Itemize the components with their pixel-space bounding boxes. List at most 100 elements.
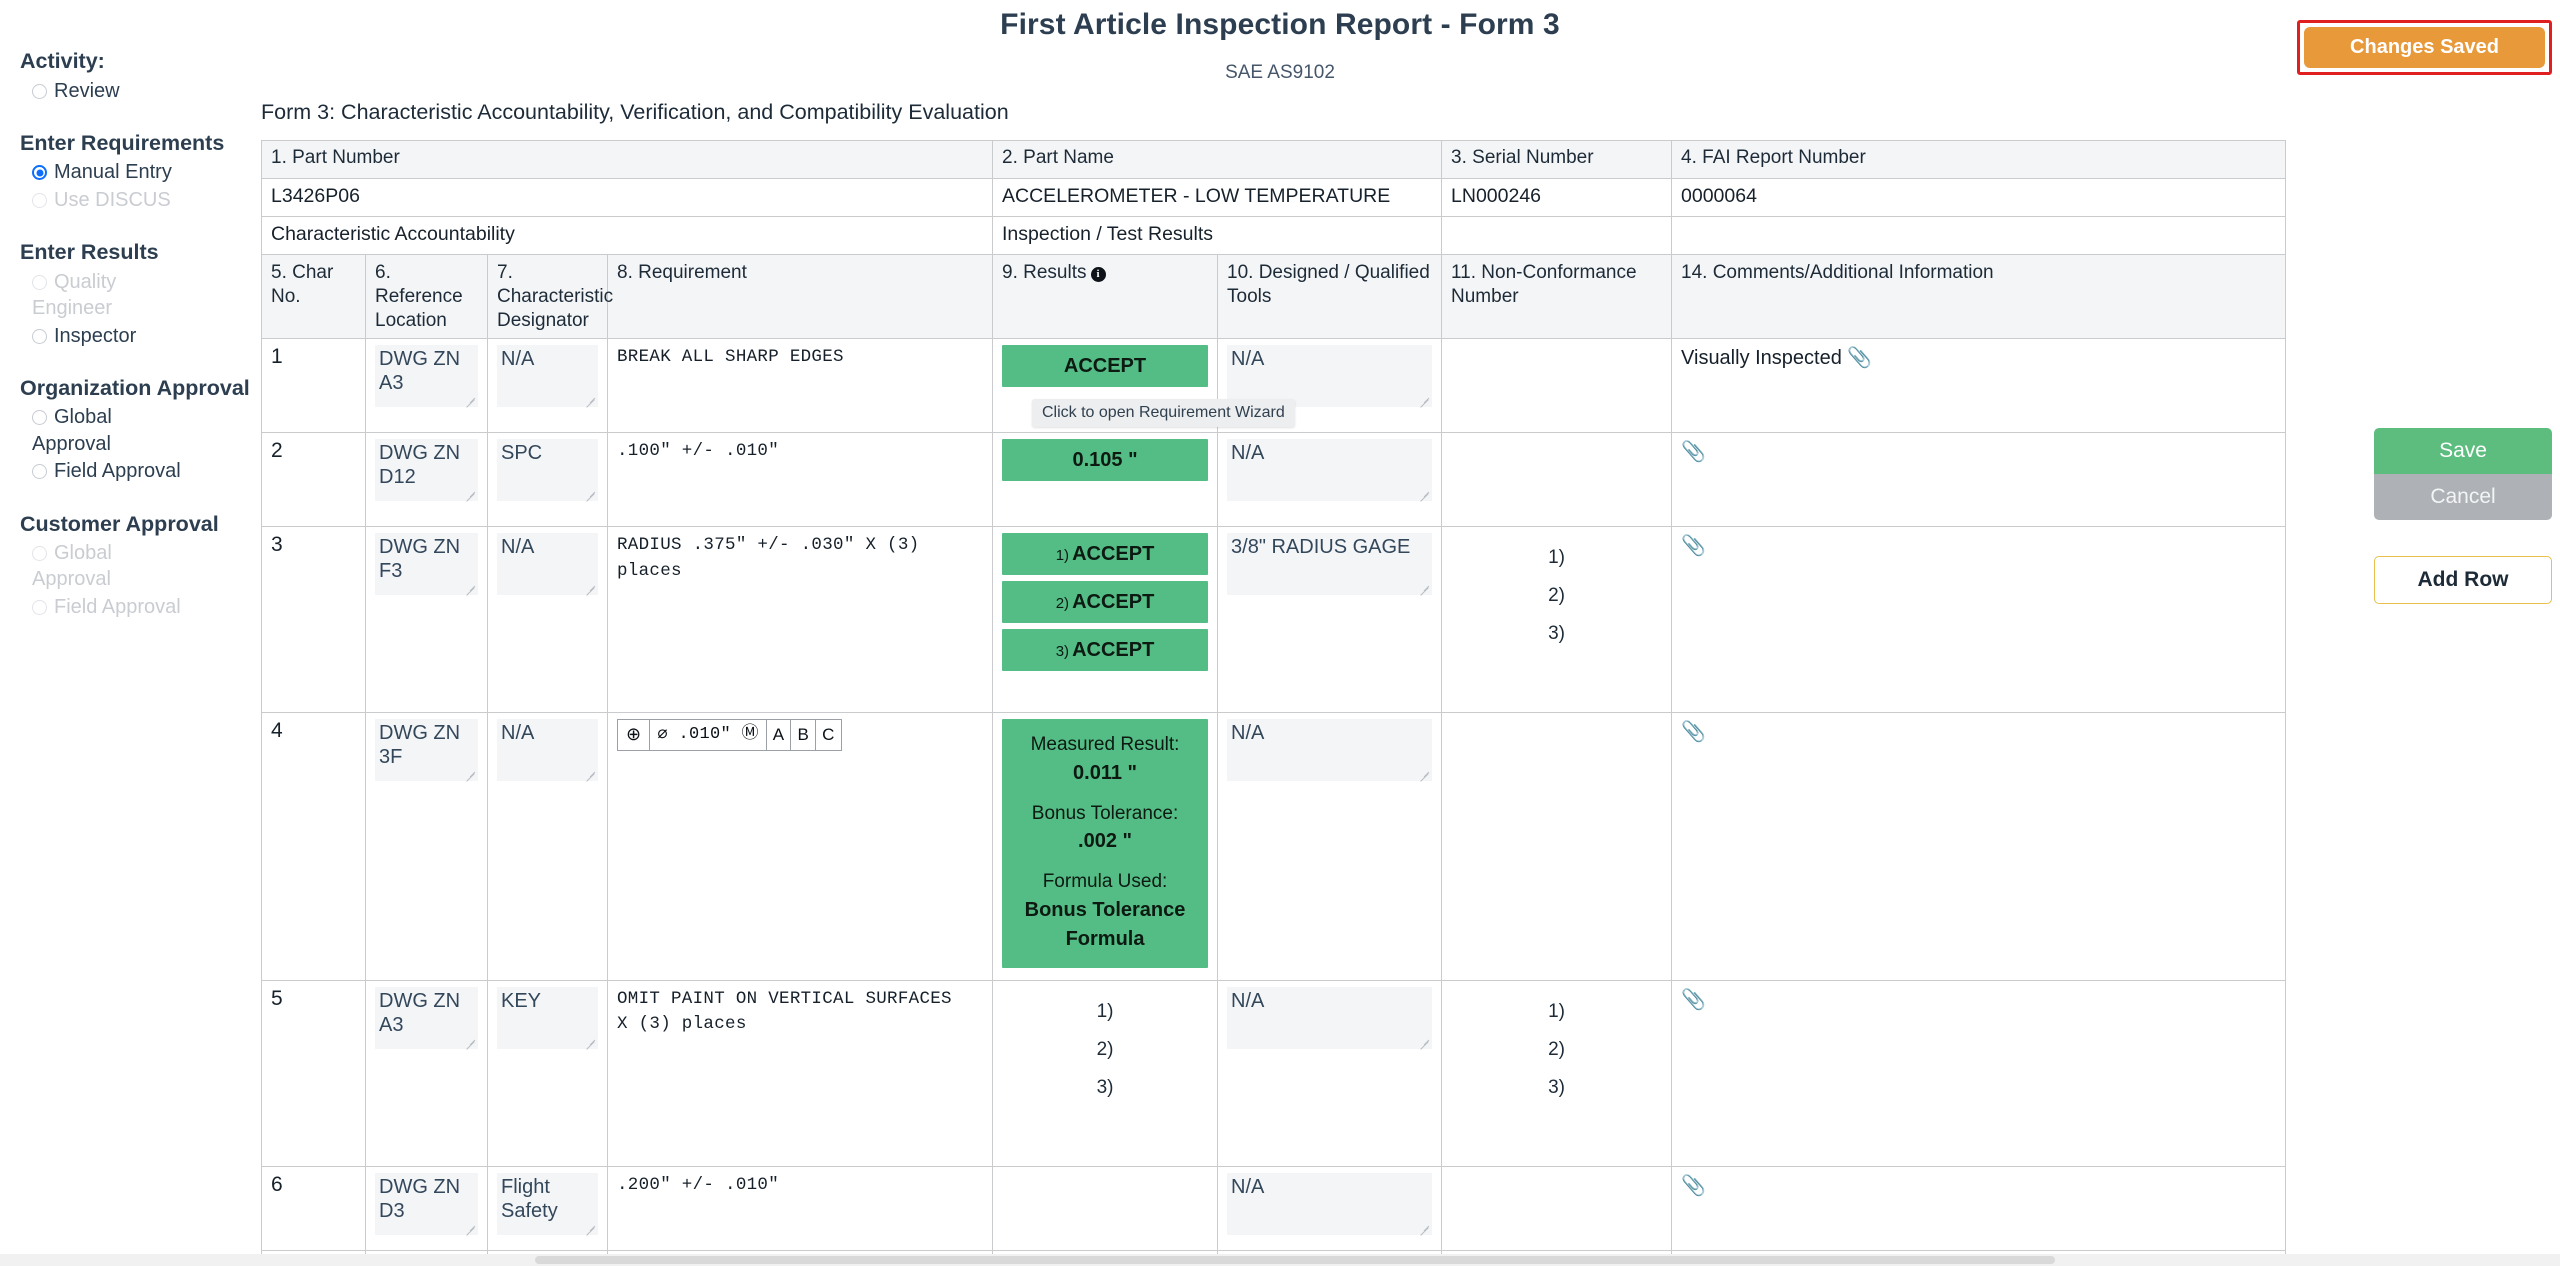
- cell-reference-location[interactable]: DWG ZN F3: [365, 526, 488, 714]
- radio-icon-review[interactable]: [32, 83, 47, 99]
- cell-comments[interactable]: 📎: [1671, 432, 2287, 528]
- designator-input[interactable]: SPC: [497, 439, 598, 502]
- save-button[interactable]: Save: [2374, 428, 2552, 474]
- result-chip[interactable]: 0.105 ": [1002, 439, 1209, 482]
- designator-input[interactable]: N/A: [497, 533, 598, 596]
- nonconformance-ordinal[interactable]: 3): [1451, 1069, 1662, 1107]
- cell-designator[interactable]: N/A: [487, 712, 608, 981]
- result-ordinal[interactable]: 1): [1002, 987, 1208, 1031]
- cell-tools[interactable]: N/A: [1217, 979, 1443, 1167]
- cell-designator[interactable]: SPC: [487, 432, 608, 528]
- value-part-name[interactable]: ACCELEROMETER - LOW TEMPERATURE: [992, 178, 1443, 217]
- cell-nonconformance[interactable]: [1441, 712, 1673, 981]
- radio-org-field-approval[interactable]: Field Approval: [20, 458, 258, 484]
- cell-reference-location[interactable]: DWG ZN D3: [365, 1165, 488, 1251]
- designator-input[interactable]: KEY: [497, 986, 598, 1049]
- result-ordinal[interactable]: 2): [1002, 1031, 1208, 1069]
- reference-location-input[interactable]: DWG ZN D12: [375, 439, 478, 502]
- cell-nonconformance[interactable]: [1441, 338, 1673, 434]
- attachment-icon[interactable]: 📎: [1847, 347, 1872, 369]
- reference-location-input[interactable]: DWG ZN A3: [375, 986, 478, 1049]
- reference-location-input[interactable]: DWG ZN 3F: [375, 719, 478, 782]
- reference-location-input[interactable]: DWG ZN A3: [375, 345, 478, 408]
- cell-requirement[interactable]: RADIUS .375" +/- .030" X (3) places: [606, 526, 994, 714]
- horizontal-scrollbar[interactable]: [0, 1254, 2560, 1266]
- cell-tools[interactable]: N/A: [1217, 432, 1443, 528]
- nonconformance-ordinal[interactable]: 2): [1451, 577, 1662, 615]
- tools-input[interactable]: N/A: [1227, 719, 1433, 782]
- cell-requirement[interactable]: .100" +/- .010": [606, 432, 994, 528]
- cell-reference-location[interactable]: DWG ZN A3: [365, 979, 488, 1167]
- reference-location-input[interactable]: DWG ZN D3: [375, 1172, 478, 1235]
- cell-results[interactable]: 1) ACCEPT 2) ACCEPT 3) ACCEPT: [992, 526, 1219, 714]
- attachment-icon[interactable]: 📎: [1681, 441, 1706, 463]
- designator-input[interactable]: N/A: [497, 719, 598, 782]
- result-bonus-chip[interactable]: Measured Result: 0.011 " Bonus Tolerance:…: [1002, 719, 1209, 968]
- cell-designator[interactable]: N/A: [487, 338, 608, 434]
- tools-input[interactable]: N/A: [1227, 986, 1433, 1049]
- nonconformance-ordinal[interactable]: 2): [1451, 1031, 1662, 1069]
- cell-requirement[interactable]: .200" +/- .010": [606, 1165, 994, 1251]
- result-chip[interactable]: 3) ACCEPT: [1002, 629, 1209, 672]
- cell-nonconformance[interactable]: [1441, 432, 1673, 528]
- value-serial-number[interactable]: LN000246: [1441, 178, 1673, 217]
- radio-manual-entry[interactable]: Manual Entry: [20, 159, 258, 185]
- cell-results[interactable]: Measured Result: 0.011 " Bonus Tolerance:…: [992, 712, 1219, 981]
- nonconformance-ordinal[interactable]: 1): [1451, 987, 1662, 1031]
- cell-comments[interactable]: Visually Inspected 📎: [1671, 338, 2287, 434]
- info-icon[interactable]: i: [1090, 267, 1106, 282]
- changes-saved-button[interactable]: Changes Saved: [2304, 27, 2545, 68]
- cell-tools[interactable]: N/A: [1217, 1165, 1443, 1251]
- cell-requirement[interactable]: OMIT PAINT ON VERTICAL SURFACES X (3) pl…: [606, 979, 994, 1167]
- radio-inspector[interactable]: Inspector: [20, 323, 258, 349]
- scrollbar-thumb[interactable]: [535, 1256, 2055, 1264]
- nonconformance-ordinal[interactable]: 1): [1451, 533, 1662, 577]
- radio-icon-org-global-approval[interactable]: [32, 410, 47, 426]
- cell-nonconformance[interactable]: [1441, 1165, 1673, 1251]
- cell-designator[interactable]: N/A: [487, 526, 608, 714]
- radio-icon-org-field-approval[interactable]: [32, 464, 47, 480]
- result-ordinal[interactable]: 3): [1002, 1069, 1208, 1107]
- cell-comments[interactable]: 📎: [1671, 526, 2287, 714]
- cell-results[interactable]: [992, 1165, 1219, 1251]
- nonconformance-ordinal[interactable]: 3): [1451, 615, 1662, 653]
- cell-comments[interactable]: 📎: [1671, 712, 2287, 981]
- value-part-number[interactable]: L3426P06: [260, 178, 994, 217]
- attachment-icon[interactable]: 📎: [1681, 989, 1706, 1011]
- attachment-icon[interactable]: 📎: [1681, 1175, 1706, 1197]
- cell-tools[interactable]: N/A: [1217, 712, 1443, 981]
- tools-input[interactable]: 3/8" RADIUS GAGE: [1227, 533, 1433, 596]
- cell-comments[interactable]: 📎: [1671, 1165, 2287, 1251]
- attachment-icon[interactable]: 📎: [1681, 535, 1706, 557]
- cell-nonconformance[interactable]: 1) 2) 3): [1441, 526, 1673, 714]
- cell-designator[interactable]: KEY: [487, 979, 608, 1167]
- cell-tools[interactable]: 3/8" RADIUS GAGE: [1217, 526, 1443, 714]
- radio-icon-inspector[interactable]: [32, 328, 47, 344]
- cell-nonconformance[interactable]: 1) 2) 3): [1441, 979, 1673, 1167]
- cell-requirement[interactable]: ⊕ ⌀ .010" Ⓜ A B C: [606, 712, 994, 981]
- cell-comments[interactable]: 📎: [1671, 979, 2287, 1167]
- cell-reference-location[interactable]: DWG ZN A3: [365, 338, 488, 434]
- reference-location-input[interactable]: DWG ZN F3: [375, 533, 478, 596]
- designator-input[interactable]: Flight Safety: [497, 1172, 598, 1235]
- radio-org-global-approval[interactable]: Global: [20, 404, 258, 430]
- tools-input[interactable]: N/A: [1227, 1172, 1433, 1235]
- cell-requirement[interactable]: BREAK ALL SHARP EDGES: [606, 338, 994, 434]
- cell-results[interactable]: 0.105 ": [992, 432, 1219, 528]
- result-chip[interactable]: 2) ACCEPT: [1002, 581, 1209, 624]
- cancel-button[interactable]: Cancel: [2374, 474, 2552, 520]
- radio-icon-manual-entry[interactable]: [32, 165, 47, 181]
- attachment-icon[interactable]: 📎: [1681, 721, 1706, 743]
- result-chip[interactable]: 1) ACCEPT: [1002, 533, 1209, 576]
- cell-designator[interactable]: Flight Safety: [487, 1165, 608, 1251]
- result-chip[interactable]: ACCEPT: [1002, 345, 1209, 388]
- add-row-button[interactable]: Add Row: [2374, 556, 2552, 604]
- value-fai-report-number[interactable]: 0000064: [1671, 178, 2287, 217]
- cell-reference-location[interactable]: DWG ZN D12: [365, 432, 488, 528]
- tools-input[interactable]: N/A: [1227, 345, 1433, 408]
- cell-results[interactable]: 1) 2) 3): [992, 979, 1219, 1167]
- tools-input[interactable]: N/A: [1227, 439, 1433, 502]
- cell-reference-location[interactable]: DWG ZN 3F: [365, 712, 488, 981]
- designator-input[interactable]: N/A: [497, 345, 598, 408]
- feature-control-frame[interactable]: ⊕ ⌀ .010" Ⓜ A B C: [617, 719, 842, 752]
